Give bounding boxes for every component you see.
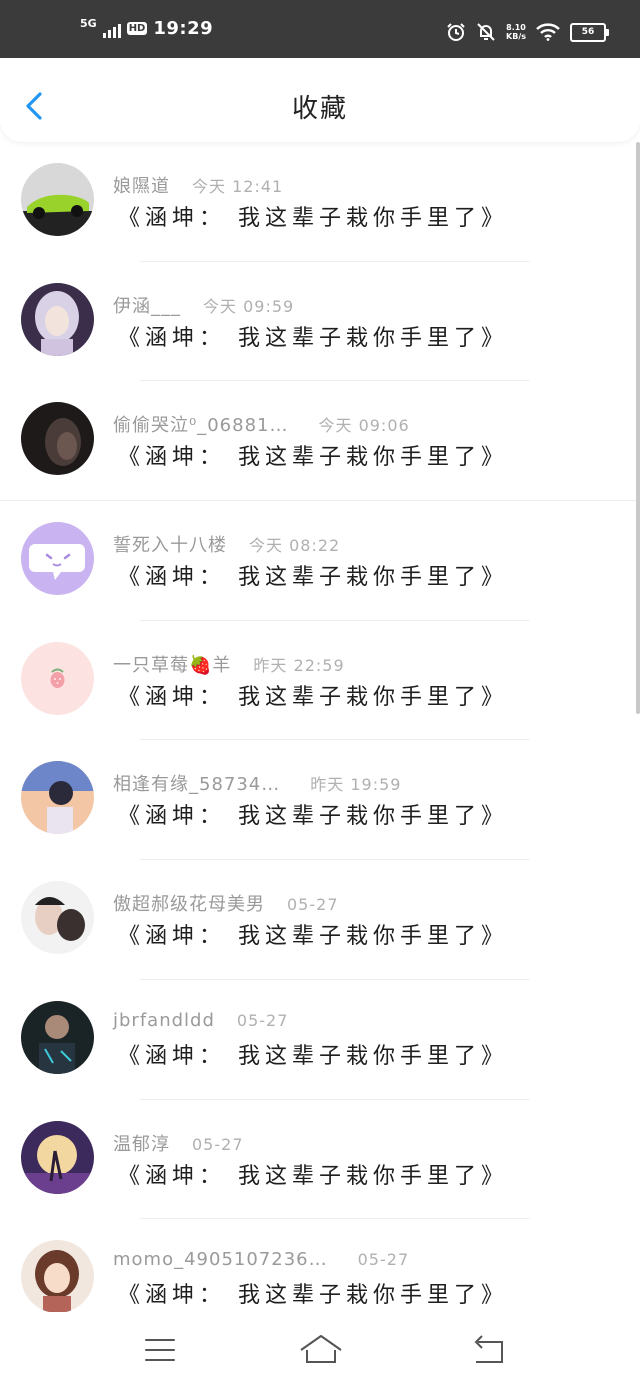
- avatar[interactable]: [21, 881, 94, 955]
- user-name: 相逢有缘_58734… 昨天 19:59: [113, 770, 401, 796]
- signal-icon: [102, 20, 121, 38]
- list-item[interactable]: jbrfandldd 05-27 《涵坤： 我这辈子栽你手里了》: [0, 980, 640, 1100]
- speed-value: 8.10: [506, 23, 526, 32]
- avatar[interactable]: [21, 1240, 94, 1314]
- timestamp: 今天 08:22: [249, 536, 341, 556]
- user-name: 一只草莓🍓羊 昨天 22:59: [113, 651, 345, 677]
- scrollbar[interactable]: [636, 142, 640, 714]
- list-item[interactable]: 相逢有缘_58734… 昨天 19:59 《涵坤： 我这辈子栽你手里了》: [0, 740, 640, 861]
- menu-icon: [145, 1339, 175, 1361]
- menu-button[interactable]: [140, 1330, 180, 1370]
- user-name: 誓死入十八楼 今天 08:22: [113, 531, 340, 557]
- avatar[interactable]: [21, 1000, 94, 1074]
- avatar[interactable]: [21, 761, 94, 835]
- home-button[interactable]: [298, 1330, 344, 1370]
- list-item[interactable]: 一只草莓🍓羊 昨天 22:59 《涵坤： 我这辈子栽你手里了》: [0, 621, 640, 741]
- list-item[interactable]: 娘隰道 今天 12:41 《涵坤： 我这辈子栽你手里了》: [0, 142, 640, 262]
- mute-bell-icon: [477, 23, 495, 41]
- navigation-bar: [0, 1312, 640, 1387]
- user-name-text: 傲超郝级花母美男: [113, 894, 265, 916]
- user-name: 傲超郝级花母美男 05-27: [113, 890, 339, 916]
- message-text: 《涵坤： 我这辈子栽你手里了》: [118, 565, 508, 591]
- user-name-text: momo_4905107236…: [113, 1249, 328, 1271]
- message-text: 《涵坤： 我这辈子栽你手里了》: [118, 804, 508, 830]
- message-text: 《涵坤： 我这辈子栽你手里了》: [118, 445, 508, 471]
- avatar[interactable]: [21, 641, 94, 715]
- network-speed: 8.10 KB/s: [506, 23, 526, 41]
- alarm-icon: [447, 23, 465, 41]
- page-title: 收藏: [291, 94, 348, 124]
- timestamp: 今天 09:59: [203, 296, 295, 316]
- user-name-text: 娘隰道: [113, 176, 170, 197]
- avatar[interactable]: [21, 402, 94, 476]
- message-text: 《涵坤： 我这辈子栽你手里了》: [118, 1163, 508, 1189]
- timestamp: 05-27: [287, 895, 339, 915]
- user-name: 娘隰道 今天 12:41: [113, 172, 283, 198]
- speed-unit: KB/s: [506, 32, 526, 41]
- message-text: 《涵坤： 我这辈子栽你手里了》: [118, 924, 508, 950]
- user-name-text: jbrfandldd: [113, 1009, 215, 1031]
- message-text: 《涵坤： 我这辈子栽你手里了》: [118, 206, 508, 231]
- user-name-text: 温郁淳: [113, 1133, 170, 1155]
- avatar[interactable]: [21, 522, 94, 596]
- message-text: 《涵坤： 我这辈子栽你手里了》: [118, 325, 508, 351]
- wifi-icon: [536, 23, 560, 41]
- timestamp: 昨天 19:59: [310, 775, 402, 795]
- status-bar: 5G HD 19:29 8.10 KB/s 56: [0, 0, 640, 60]
- timestamp: 昨天 22:59: [253, 655, 345, 675]
- timestamp: 05-27: [357, 1250, 410, 1270]
- list-item[interactable]: 傲超郝级花母美男 05-27 《涵坤： 我这辈子栽你手里了》: [0, 860, 640, 980]
- avatar[interactable]: [21, 1120, 94, 1194]
- battery-icon: 56: [570, 22, 609, 42]
- timestamp: 今天 12:41: [192, 177, 284, 196]
- back-nav-button[interactable]: [468, 1330, 508, 1370]
- avatar[interactable]: [21, 282, 94, 356]
- favorites-list: 娘隰道 今天 12:41 《涵坤： 我这辈子栽你手里了》 伊涵___ 今天 09:5…: [0, 142, 640, 1339]
- user-name-text: 偷偷哭泣⁰_06881…: [113, 415, 289, 437]
- user-name: jbrfandldd 05-27: [113, 1010, 288, 1031]
- message-text: 《涵坤： 我这辈子栽你手里了》: [118, 1043, 508, 1069]
- user-name-text: 一只草莓🍓羊: [113, 654, 232, 676]
- user-name: 伊涵___ 今天 09:59: [113, 292, 294, 318]
- user-name-text: 誓死入十八楼: [113, 535, 227, 557]
- message-text: 《涵坤： 我这辈子栽你手里了》: [118, 1283, 508, 1309]
- avatar[interactable]: [21, 163, 94, 236]
- timestamp: 05-27: [192, 1134, 244, 1154]
- user-name: momo_4905107236… 05-27: [113, 1249, 409, 1270]
- user-name: 偷偷哭泣⁰_06881… 今天 09:06: [113, 411, 410, 437]
- network-type: 5G: [80, 17, 97, 30]
- status-time: 19:29: [153, 18, 214, 39]
- timestamp: 今天 09:06: [318, 416, 410, 436]
- list-item[interactable]: 誓死入十八楼 今天 08:22 《涵坤： 我这辈子栽你手里了》: [0, 501, 640, 621]
- list-item[interactable]: 温郁淳 05-27 《涵坤： 我这辈子栽你手里了》: [0, 1100, 640, 1220]
- list-item[interactable]: 偷偷哭泣⁰_06881… 今天 09:06 《涵坤： 我这辈子栽你手里了》: [0, 381, 640, 502]
- back-icon: [474, 1335, 503, 1363]
- user-name-text: 相逢有缘_58734…: [113, 774, 281, 796]
- message-text: 《涵坤： 我这辈子栽你手里了》: [118, 684, 508, 710]
- user-name-text: 伊涵___: [113, 295, 181, 317]
- hd-badge: HD: [126, 22, 148, 35]
- status-bar-right: 8.10 KB/s 56: [446, 22, 609, 42]
- user-name: 温郁淳 05-27: [113, 1130, 244, 1156]
- status-bar-left: 5G HD 19:29: [80, 18, 213, 39]
- list-item[interactable]: 伊涵___ 今天 09:59 《涵坤： 我这辈子栽你手里了》: [0, 262, 640, 382]
- timestamp: 05-27: [236, 1010, 289, 1030]
- home-icon: [300, 1335, 342, 1363]
- header: 收藏: [0, 58, 640, 142]
